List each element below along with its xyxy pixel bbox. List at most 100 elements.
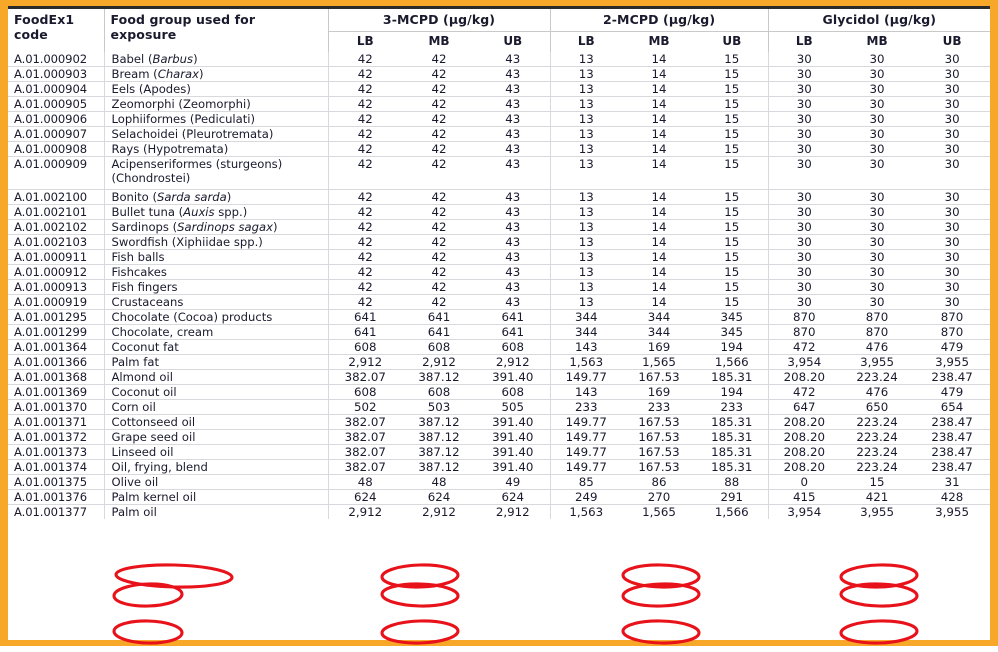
header-food-group-line1: Food group used for	[110, 12, 256, 27]
cell-2mcpd-lb: 1,563	[549, 354, 623, 370]
cell-3mcpd-lb: 42	[327, 279, 402, 295]
cell-3mcpd-lb: 42	[327, 234, 402, 250]
cell-3mcpd-ub: 43	[476, 111, 551, 127]
cell-2mcpd-ub: 345	[696, 324, 769, 340]
cell-2mcpd-lb: 149.77	[549, 414, 623, 430]
contaminant-occurrence-table: FoodEx1 code Food group used for exposur…	[8, 9, 991, 519]
cell-3mcpd-ub: 641	[476, 324, 551, 340]
cell-glycidol-lb: 30	[767, 141, 841, 157]
cell-2mcpd-ub: 1,566	[714, 505, 749, 519]
cell-foodex-code: A.01.001368	[8, 369, 104, 385]
cell-food-group: Corn oil	[103, 399, 328, 415]
cell-3mcpd-lb: 42	[327, 156, 402, 190]
cell-glycidol-ub: 238.47	[914, 444, 991, 460]
cell-food-group: Acipenseriformes (sturgeons) (Chondrostei…	[103, 156, 328, 190]
cell-glycidol-lb: 208.20	[767, 414, 841, 430]
cell-3mcpd-ub: 2,912	[476, 354, 551, 370]
table-row: A.01.002102 Sardinops (Sardinops sagax) 42…	[8, 219, 991, 235]
cell-2mcpd-mb: 14	[622, 219, 697, 235]
cell-glycidol-lb: 472	[767, 384, 841, 400]
table-row: A.01.001377 Palm oil 2,912 2,912 2,912 1,563 1…	[8, 504, 990, 519]
cell-2mcpd-lb: 13	[549, 66, 623, 82]
cell-glycidol-ub: 30	[914, 204, 991, 220]
cell-3mcpd-ub: 391.40	[476, 429, 551, 445]
cell-2mcpd-lb: 233	[549, 399, 623, 415]
cell-3mcpd-mb: 42	[402, 96, 476, 112]
table-row: A.01.001374 Oil, frying, blend 382.07 387.1…	[8, 459, 991, 475]
cell-3mcpd-ub: 43	[476, 294, 551, 310]
cell-2mcpd-lb: 13	[549, 204, 623, 220]
cell-2mcpd-ub: 291	[696, 489, 769, 505]
cell-3mcpd-mb: 2,912	[402, 354, 476, 370]
cell-2mcpd-mb: 167.53	[622, 429, 697, 445]
cell-foodex-code: A.01.000913	[8, 279, 104, 295]
cell-food-group: Cottonseed oil	[103, 414, 328, 430]
table-row: A.01.001376 Palm kernel oil 624 624 624 249 27…	[8, 489, 991, 505]
cell-2mcpd-lb: 13	[549, 189, 623, 205]
cell-3mcpd-mb: 624	[402, 489, 476, 505]
header-group-2mcpd: 2-MCPD (µg/kg)	[549, 9, 769, 32]
table-row: A.01.001364 Coconut fat 608 608 608 143 169 194…	[8, 339, 991, 355]
header-group-glycidol: Glycidol (µg/kg)	[767, 9, 991, 32]
red-ellipse-annotation	[380, 582, 460, 608]
cell-2mcpd-ub: 185.31	[696, 444, 769, 460]
cell-food-group: Sardinops (Sardinops sagax)	[103, 219, 328, 235]
cell-2mcpd-ub: 15	[696, 234, 769, 250]
cell-glycidol-ub: 428	[914, 489, 991, 505]
cell-glycidol-lb: 30	[767, 66, 841, 82]
cell-2mcpd-mb: 14	[622, 111, 697, 127]
header-3mcpd-ub: UB	[503, 34, 523, 48]
table-row: A.01.000913 Fish fingers 42 42 43 13 14 15 30 30 3…	[8, 279, 991, 295]
cell-3mcpd-lb: 382.07	[327, 369, 402, 385]
cell-3mcpd-lb: 42	[327, 52, 402, 67]
table-row: A.01.000906 Lophiiformes (Pediculati) 42 42…	[8, 111, 991, 127]
table-row: A.01.001366 Palm fat 2,912 2,912 2,912 1,563 1…	[8, 354, 991, 370]
cell-2mcpd-lb: 13	[549, 279, 623, 295]
cell-3mcpd-ub: 391.40	[476, 369, 551, 385]
cell-3mcpd-ub: 43	[476, 81, 551, 97]
cell-glycidol-ub: 30	[914, 111, 991, 127]
cell-food-group: Palm fat	[103, 354, 328, 370]
cell-3mcpd-mb: 2,912	[422, 505, 456, 519]
cell-glycidol-mb: 223.24	[840, 429, 915, 445]
cell-glycidol-lb: 870	[767, 324, 841, 340]
cell-food-group: Fishcakes	[103, 264, 328, 280]
cell-glycidol-ub: 30	[914, 156, 991, 190]
cell-glycidol-ub: 870	[914, 324, 991, 340]
red-ellipse-annotation	[112, 619, 184, 645]
cell-glycidol-ub: 479	[914, 339, 991, 355]
cell-glycidol-mb: 30	[840, 219, 915, 235]
table-row: A.01.000904 Eels (Apodes) 42 42 43 13 14 15 30 30…	[8, 81, 991, 97]
table-row: A.01.001371 Cottonseed oil 382.07 387.12 391…	[8, 414, 991, 430]
cell-3mcpd-lb: 42	[327, 81, 402, 97]
cell-2mcpd-lb: 13	[549, 141, 623, 157]
cell-3mcpd-lb: 42	[327, 204, 402, 220]
cell-2mcpd-lb: 13	[549, 294, 623, 310]
cell-2mcpd-lb: 344	[549, 309, 623, 325]
cell-glycidol-lb: 472	[767, 339, 841, 355]
table-row: A.01.000911 Fish balls 42 42 43 13 14 15 30 30 30	[8, 249, 991, 265]
cell-glycidol-lb: 30	[767, 279, 841, 295]
cell-3mcpd-mb: 42	[402, 204, 476, 220]
cell-3mcpd-ub: 608	[476, 339, 551, 355]
cell-3mcpd-lb: 608	[327, 384, 402, 400]
cell-2mcpd-mb: 14	[622, 96, 697, 112]
cell-food-group: Lophiiformes (Pediculati)	[103, 111, 328, 127]
cell-2mcpd-lb: 13	[549, 234, 623, 250]
cell-3mcpd-mb: 42	[402, 279, 476, 295]
cell-2mcpd-mb: 14	[622, 189, 697, 205]
cell-2mcpd-mb: 167.53	[622, 369, 697, 385]
cell-2mcpd-lb: 13	[549, 96, 623, 112]
cell-2mcpd-mb: 14	[622, 264, 697, 280]
cell-glycidol-ub: 870	[914, 309, 991, 325]
cell-3mcpd-mb: 42	[402, 52, 476, 67]
cell-2mcpd-lb: 13	[549, 156, 623, 190]
cell-glycidol-ub: 3,955	[914, 354, 991, 370]
cell-glycidol-mb: 30	[840, 156, 915, 190]
cell-2mcpd-lb: 143	[549, 384, 623, 400]
cell-glycidol-ub: 30	[914, 81, 991, 97]
cell-food-group: Eels (Apodes)	[103, 81, 328, 97]
cell-glycidol-mb: 30	[840, 96, 915, 112]
cell-3mcpd-ub: 49	[476, 474, 551, 490]
cell-3mcpd-ub: 43	[476, 249, 551, 265]
